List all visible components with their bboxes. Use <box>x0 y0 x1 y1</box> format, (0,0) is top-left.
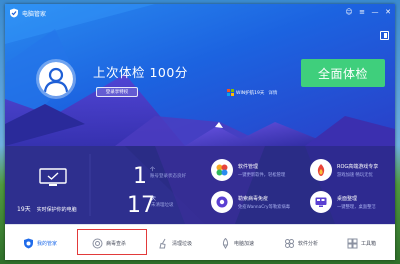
protect-days: 19天 <box>17 206 31 213</box>
full-check-button[interactable]: 全面体检 <box>301 59 385 87</box>
feature-subtitle: 一键更新软件，轻松管理 <box>238 172 286 178</box>
app-window: 电脑管家 ☺ ≡ — ✕ 上次体检 100分 登录享特权 全面体检 WIN护航1… <box>5 4 395 260</box>
protect-label: 实时保护你的电脑 <box>36 207 77 213</box>
nav-label: 我的管家 <box>37 240 58 247</box>
nav-item-pc-boost[interactable]: 电脑加速 <box>219 235 254 251</box>
windows-logo-icon <box>227 89 234 96</box>
last-check-score: 上次体检 100分 <box>93 65 188 80</box>
avatar[interactable] <box>36 59 76 99</box>
nav-item-my-manager[interactable]: 我的管家 <box>22 235 57 251</box>
nav-label: 病毒查杀 <box>106 240 127 247</box>
protect-status: 19天 实时保护你的电脑 <box>17 204 77 213</box>
user-silhouette-icon <box>43 67 69 93</box>
nav-item-virus-scan[interactable]: 病毒查杀 <box>91 235 126 251</box>
feature-title: 桌面整理 <box>337 195 358 202</box>
software-manager-icon <box>211 159 233 181</box>
feature-title: ROG高端游戏专享 <box>337 163 379 170</box>
feature-subtitle: 游戏加速 畅玩无忧 <box>337 172 373 178</box>
nav-label: 软件分析 <box>298 240 319 247</box>
nav-item-software-analysis[interactable]: 软件分析 <box>283 235 318 251</box>
nav-item-toolbox[interactable]: 工具箱 <box>346 235 376 251</box>
skin-icon[interactable]: ☺ <box>345 8 353 16</box>
game-boost-icon <box>310 159 332 181</box>
home-icon <box>22 237 34 249</box>
pc-protect-text: WIN护航19天 <box>236 90 265 96</box>
broom-icon <box>157 237 169 249</box>
pc-protect-details-link[interactable]: 详情 <box>268 90 277 96</box>
feature-ransomware-immunity[interactable]: 勒索病毒免疫 免疫WannaCry等勒索病毒 <box>211 191 290 213</box>
rocket-icon <box>219 237 231 249</box>
feature-subtitle: 免疫WannaCry等勒索病毒 <box>238 204 291 210</box>
side-panel-toggle-icon[interactable] <box>380 31 389 40</box>
stat-desc: 未清理垃圾 <box>151 203 174 208</box>
menu-icon[interactable]: ≡ <box>358 8 366 16</box>
status-panel: 19天 实时保护你的电脑 1 个 账号登录状态良好 17 天 未清理垃圾 软件管理… <box>5 146 395 224</box>
pc-protect-status: WIN护航19天 详情 <box>227 89 277 96</box>
monitor-icon <box>39 168 67 186</box>
nav-label: 清理垃圾 <box>172 240 193 247</box>
close-button[interactable]: ✕ <box>384 8 392 16</box>
feature-title: 勒索病毒免疫 <box>238 195 269 202</box>
feature-software-manager[interactable]: 软件管理 一键更新软件，轻松管理 <box>211 159 285 181</box>
app-title: 电脑管家 <box>22 10 47 18</box>
toolbox-icon <box>346 237 358 249</box>
stat-desc: 账号登录状态良好 <box>150 174 186 179</box>
feature-subtitle: 一键整理，桌面整洁 <box>337 204 376 210</box>
login-privilege-button[interactable]: 登录享特权 <box>96 87 138 97</box>
nav-label: 电脑加速 <box>234 240 255 247</box>
feature-title: 软件管理 <box>238 163 259 170</box>
software-analysis-icon <box>283 237 295 249</box>
ransomware-shield-icon <box>211 191 233 213</box>
feature-game-boost[interactable]: ROG高端游戏专享 游戏加速 畅玩无忧 <box>310 159 378 181</box>
stat-unit: 个 <box>150 167 156 173</box>
minimize-button[interactable]: — <box>371 8 379 16</box>
nav-item-clean-junk[interactable]: 清理垃圾 <box>157 235 192 251</box>
feature-desktop-organize[interactable]: 桌面整理 一键整理，桌面整洁 <box>310 191 376 213</box>
hero-banner: 电脑管家 ☺ ≡ — ✕ 上次体检 100分 登录享特权 全面体检 WIN护航1… <box>5 4 395 146</box>
stat-value: 1 <box>133 164 147 189</box>
virus-scan-icon <box>91 237 103 249</box>
desktop-organize-icon <box>310 191 332 213</box>
app-logo-icon <box>10 8 18 18</box>
title-bar: 电脑管家 ☺ ≡ — ✕ <box>5 4 395 22</box>
stat-unit: 天 <box>151 196 157 202</box>
bottom-nav: 我的管家 病毒查杀 清理垃圾 电脑加速 软件分析 工具箱 <box>5 224 395 260</box>
nav-label: 工具箱 <box>361 240 377 247</box>
